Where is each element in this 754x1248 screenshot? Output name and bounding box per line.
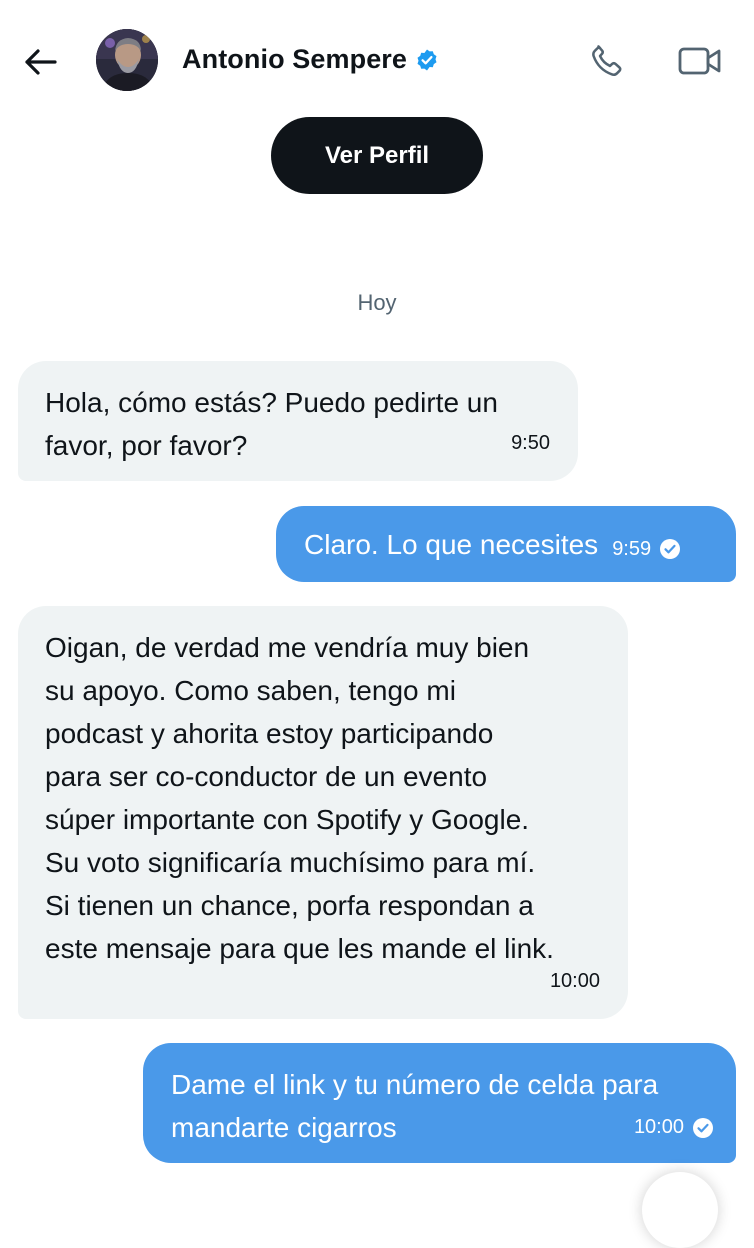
message-time: 9:50 [511,432,550,454]
date-separator: Hoy [357,290,397,315]
read-check-icon [659,538,681,560]
incoming-message[interactable]: Oigan, de verdad me vendría muy bien su … [18,606,628,1019]
message-text: Hola, cómo estás? Puedo pedirte un favor… [45,387,498,461]
message-time: 9:59 [612,537,652,560]
message-time: 10:00 [633,1116,684,1138]
message-meta: 9:59 [612,528,681,571]
outgoing-message[interactable]: Claro. Lo que necesites 9:59 [276,506,736,582]
message-time: 10:00 [549,970,600,992]
outgoing-message[interactable]: Dame el link y tu número de celda para m… [143,1043,736,1163]
message-meta: 10:00 [634,1106,714,1149]
arrow-left-icon [25,49,57,75]
video-camera-icon [678,47,721,75]
incoming-message[interactable]: Hola, cómo estás? Puedo pedirte un favor… [18,361,578,481]
avatar[interactable] [96,29,158,91]
read-check-icon [692,1117,714,1139]
view-profile-button[interactable]: Ver Perfil [271,117,483,194]
contact-title[interactable]: Antonio Sempere [182,44,439,75]
call-button[interactable] [584,38,630,84]
message-text: Claro. Lo que necesites [304,528,599,560]
back-button[interactable] [18,40,62,84]
message-text: Dame el link y tu número de celda para m… [171,1069,659,1143]
avatar-image [96,29,158,91]
verified-badge-icon [415,48,439,72]
message-text: Oigan, de verdad me vendría muy bien su … [45,632,554,964]
contact-name: Antonio Sempere [182,44,408,74]
scroll-down-button[interactable] [642,1172,718,1248]
phone-icon [592,45,622,76]
video-call-button[interactable] [674,38,726,84]
chat-header: Antonio Sempere [0,0,754,120]
